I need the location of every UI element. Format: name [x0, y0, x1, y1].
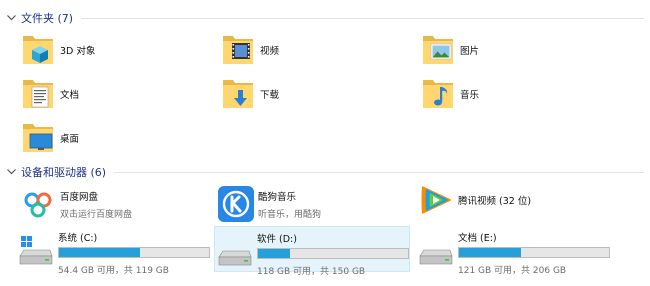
chevron-down-icon[interactable]	[5, 12, 17, 24]
app-name: 酷狗音乐	[258, 191, 297, 203]
group-divider	[81, 17, 644, 19]
drive-usage-bar	[257, 248, 409, 259]
desktop-folder-icon	[18, 118, 58, 158]
folder-label: 下载	[260, 90, 280, 101]
folder-label: 图片	[460, 46, 480, 57]
folder-videos[interactable]: 视频	[218, 28, 414, 72]
app-description: 双击运行百度网盘	[60, 209, 133, 220]
kugou-music-icon	[216, 184, 256, 224]
tencent-video-icon	[416, 180, 456, 220]
folder-label: 桌面	[60, 134, 80, 145]
app-description: 听音乐，用酷狗	[258, 209, 322, 220]
drive-usage-bar	[58, 247, 210, 258]
drive-free-space: 54.4 GB 可用，共 119 GB	[58, 266, 169, 276]
folder-documents[interactable]: 文档	[18, 72, 214, 116]
drive-usage-fill	[258, 249, 290, 258]
app-kugou-music[interactable]: 酷狗音乐 听音乐，用酷狗	[216, 184, 412, 224]
drive-name: 软件 (D:)	[257, 234, 297, 245]
folder-label: 视频	[260, 46, 280, 57]
videos-folder-icon	[218, 30, 258, 70]
app-tencent-video[interactable]: 腾讯视频 (32 位)	[416, 180, 612, 220]
folders-group-title: 文件夹 (7)	[21, 12, 74, 25]
downloads-folder-icon	[218, 74, 258, 114]
folder-desktop[interactable]: 桌面	[18, 116, 214, 160]
drive-name: 文档 (E:)	[458, 233, 497, 244]
folder-label: 音乐	[460, 90, 480, 101]
devices-group-header[interactable]: 设备和驱动器 (6)	[0, 164, 650, 180]
drive-free-space: 121 GB 可用，共 206 GB	[458, 266, 567, 276]
drive-usage-bar	[458, 247, 610, 258]
devices-group-title: 设备和驱动器 (6)	[21, 166, 107, 179]
documents-folder-icon	[18, 74, 58, 114]
app-name: 腾讯视频 (32 位)	[458, 196, 532, 207]
drive-c[interactable]: 系统 (C:) 54.4 GB 可用，共 119 GB	[16, 226, 212, 276]
drive-usage-fill	[59, 248, 141, 257]
folders-group-header[interactable]: 文件夹 (7)	[0, 10, 650, 26]
music-folder-icon	[418, 74, 458, 114]
drive-icon	[416, 230, 456, 270]
drive-d[interactable]: 软件 (D:) 118 GB 可用，共 150 GB	[214, 226, 410, 277]
folder-3d-objects[interactable]: 3D 对象	[18, 28, 214, 72]
app-baidu-netdisk[interactable]: 百度网盘 双击运行百度网盘	[18, 184, 214, 224]
group-divider	[114, 171, 644, 173]
drive-e[interactable]: 文档 (E:) 121 GB 可用，共 206 GB	[416, 226, 612, 276]
pictures-folder-icon	[418, 30, 458, 70]
chevron-down-icon[interactable]	[5, 166, 17, 178]
folder-downloads[interactable]: 下载	[218, 72, 414, 116]
app-name: 百度网盘	[60, 191, 99, 203]
drive-icon	[215, 231, 255, 271]
folder-pictures[interactable]: 图片	[418, 28, 614, 72]
drive-name: 系统 (C:)	[58, 233, 98, 244]
folder-label: 3D 对象	[60, 46, 96, 57]
3d-objects-folder-icon	[18, 30, 58, 70]
windows-drive-icon	[16, 230, 56, 270]
folder-music[interactable]: 音乐	[418, 72, 614, 116]
drive-usage-fill	[459, 248, 521, 257]
baidu-netdisk-icon	[18, 184, 58, 224]
folder-label: 文档	[60, 90, 80, 101]
drive-free-space: 118 GB 可用，共 150 GB	[257, 267, 366, 277]
